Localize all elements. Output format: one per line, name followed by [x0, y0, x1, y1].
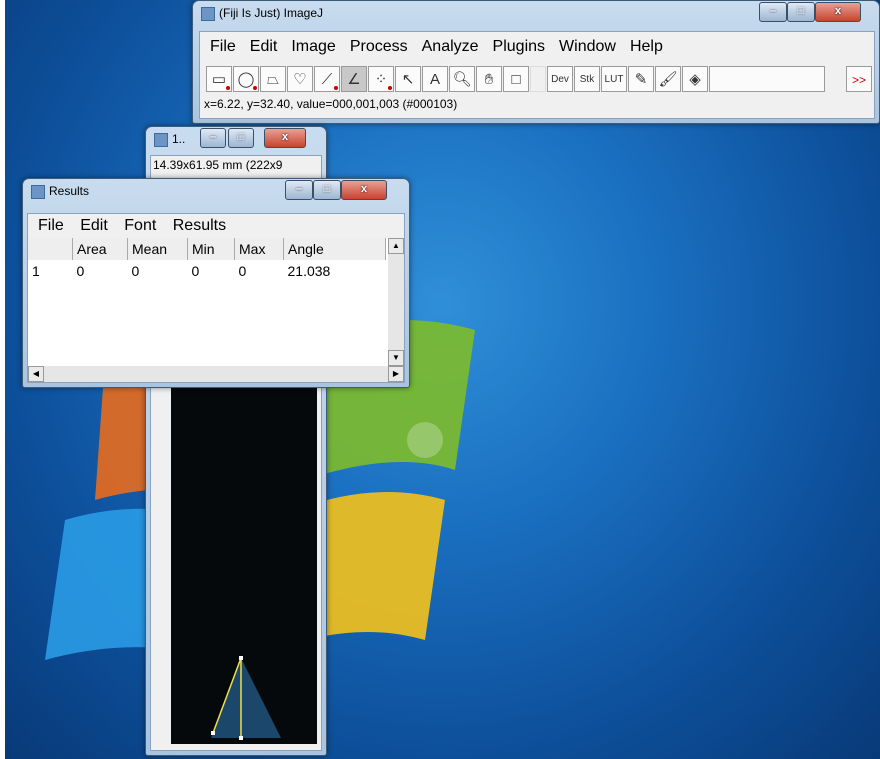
image-maximize-button[interactable]: □: [228, 128, 254, 148]
cell-index: 1: [32, 263, 40, 279]
results-maximize-button[interactable]: □: [313, 180, 341, 200]
image-info-line: 14.39x61.95 mm (222x9: [153, 158, 283, 172]
imagej-titlebar[interactable]: (Fiji Is Just) ImageJ – □ x: [193, 1, 879, 27]
scroll-down-icon[interactable]: ▼: [388, 350, 404, 366]
toolbar-empty-slot: [709, 66, 825, 92]
color-picker-tool-icon[interactable]: □: [503, 66, 529, 92]
results-header-row: Area Mean Min Max Angle: [28, 238, 386, 260]
col-index-header[interactable]: [28, 238, 73, 260]
close-button[interactable]: x: [815, 2, 861, 22]
col-min-header[interactable]: Min: [187, 238, 235, 260]
menu-file[interactable]: File: [210, 38, 236, 56]
table-row[interactable]: 1 0 0 0 0 21.038: [28, 260, 386, 282]
results-title: Results: [49, 184, 90, 198]
maximize-button[interactable]: □: [787, 2, 815, 22]
flood-fill-tool-icon[interactable]: ◈: [682, 66, 708, 92]
cell-angle: 21.038: [287, 263, 331, 279]
results-client: File Edit Font Results Area Mean Min Max…: [27, 213, 405, 383]
results-menu-file[interactable]: File: [38, 217, 64, 234]
col-area-header[interactable]: Area: [72, 238, 128, 260]
toolbar-spacer: [530, 66, 546, 92]
menu-window[interactable]: Window: [559, 38, 616, 56]
magnifier-tool-icon[interactable]: 🔍︎: [449, 66, 475, 92]
menu-image[interactable]: Image: [291, 38, 335, 56]
line-tool-icon[interactable]: ⟋: [314, 66, 340, 92]
scroll-up-icon[interactable]: ▲: [388, 238, 404, 254]
freehand-tool-icon[interactable]: ♡: [287, 66, 313, 92]
oval-tool-icon[interactable]: ◯: [233, 66, 259, 92]
pencil-tool-icon[interactable]: ✎: [628, 66, 654, 92]
results-titlebar[interactable]: Results – □ x: [23, 179, 409, 205]
cell-area: 0: [76, 263, 85, 279]
scroll-left-icon[interactable]: ◀: [28, 366, 44, 382]
col-angle-header[interactable]: Angle: [283, 238, 386, 260]
results-close-button[interactable]: x: [341, 180, 387, 200]
vertical-scrollbar[interactable]: ▲ ▼: [388, 238, 404, 366]
results-minimize-button[interactable]: –: [285, 180, 313, 200]
results-menu-font[interactable]: Font: [124, 217, 156, 234]
results-app-icon: [31, 185, 45, 199]
dev-tool[interactable]: Dev: [547, 66, 573, 92]
results-menubar: File Edit Font Results: [28, 214, 404, 238]
imagej-menubar: File Edit Image Process Analyze Plugins Window…: [210, 38, 677, 56]
menu-analyze[interactable]: Analyze: [422, 38, 479, 56]
status-bar: x=6.22, y=32.40, value=000,001,003 (#000…: [204, 97, 458, 111]
col-mean-header[interactable]: Mean: [127, 238, 188, 260]
menu-edit[interactable]: Edit: [250, 38, 278, 56]
cell-mean: 0: [131, 263, 140, 279]
image-close-button[interactable]: x: [264, 128, 306, 148]
hand-tool-icon[interactable]: ✋︎: [476, 66, 502, 92]
results-menu-results[interactable]: Results: [173, 217, 226, 234]
scroll-right-icon[interactable]: ▶: [388, 366, 404, 382]
image-window-titlebar[interactable]: 1.. – □ x: [146, 127, 326, 153]
imagej-window: (Fiji Is Just) ImageJ – □ x File Edit Imag…: [192, 0, 880, 124]
text-tool-icon[interactable]: A: [422, 66, 448, 92]
menu-plugins[interactable]: Plugins: [493, 38, 545, 56]
imagej-client: File Edit Image Process Analyze Plugins Window…: [199, 31, 875, 119]
menu-process[interactable]: Process: [350, 38, 408, 56]
image-window-icon: [154, 133, 168, 147]
brush-tool-icon[interactable]: 🖌︎: [655, 66, 681, 92]
results-menu-edit[interactable]: Edit: [80, 217, 108, 234]
imagej-title: (Fiji Is Just) ImageJ: [219, 6, 324, 20]
angle-tool-icon[interactable]: ∠: [341, 66, 367, 92]
cell-min: 0: [191, 263, 200, 279]
horizontal-scrollbar[interactable]: ◀ ▶: [28, 366, 404, 382]
image-window-title: 1..: [172, 132, 186, 146]
stk-tool[interactable]: Stk: [574, 66, 600, 92]
col-max-header[interactable]: Max: [234, 238, 284, 260]
results-window: Results – □ x File Edit Font Results Are…: [22, 178, 410, 388]
wand-tool-icon[interactable]: ↖: [395, 66, 421, 92]
cell-max: 0: [238, 263, 247, 279]
toolbar: ▭ ◯ ⏢ ♡ ⟋ ∠ ⁘ ↖ A 🔍︎ ✋︎ □ Dev Stk LUT ✎ …: [206, 64, 874, 94]
rectangle-tool-icon[interactable]: ▭: [206, 66, 232, 92]
lut-tool[interactable]: LUT: [601, 66, 627, 92]
image-minimize-button[interactable]: –: [200, 128, 226, 148]
menu-help[interactable]: Help: [630, 38, 663, 56]
minimize-button[interactable]: –: [759, 2, 787, 22]
polygon-tool-icon[interactable]: ⏢: [260, 66, 286, 92]
imagej-app-icon: [201, 7, 215, 21]
results-table: Area Mean Min Max Angle 1 0 0 0 0 21.038: [28, 238, 386, 282]
more-tools-button[interactable]: >>: [846, 66, 872, 92]
point-tool-icon[interactable]: ⁘: [368, 66, 394, 92]
